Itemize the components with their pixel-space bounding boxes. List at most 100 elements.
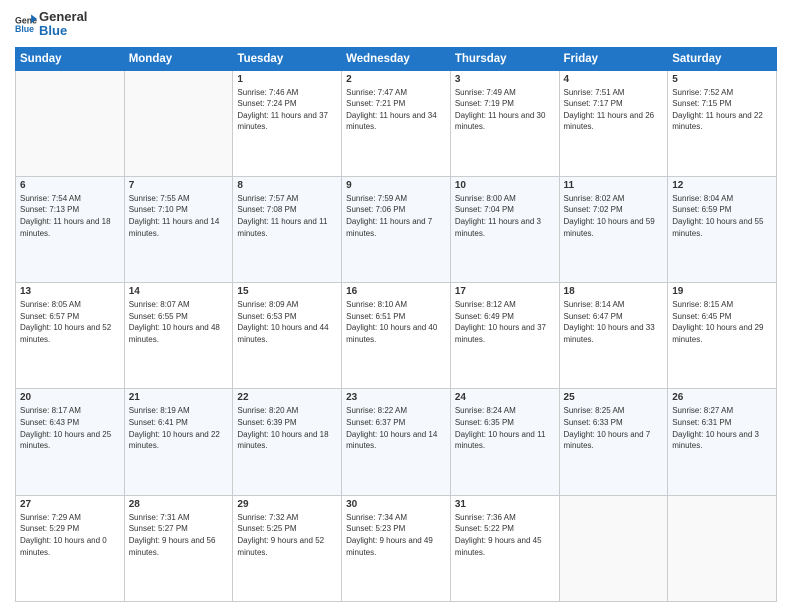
day-cell: 17 Sunrise: 8:12 AMSunset: 6:49 PMDayligh… bbox=[450, 283, 559, 389]
day-info: Sunrise: 8:15 AMSunset: 6:45 PMDaylight:… bbox=[672, 299, 772, 345]
day-number: 29 bbox=[237, 499, 337, 510]
day-info: Sunrise: 8:00 AMSunset: 7:04 PMDaylight:… bbox=[455, 193, 555, 239]
day-cell: 23 Sunrise: 8:22 AMSunset: 6:37 PMDayligh… bbox=[342, 389, 451, 495]
day-cell: 4Sunrise: 7:51 AMSunset: 7:17 PMDaylight… bbox=[559, 70, 668, 176]
day-info: Sunrise: 7:32 AMSunset: 5:25 PMDaylight:… bbox=[237, 512, 337, 558]
day-cell: 5Sunrise: 7:52 AMSunset: 7:15 PMDaylight… bbox=[668, 70, 777, 176]
day-info: Sunrise: 7:54 AMSunset: 7:13 PMDaylight:… bbox=[20, 193, 120, 239]
day-info: Sunrise: 8:10 AMSunset: 6:51 PMDaylight:… bbox=[346, 299, 446, 345]
day-info: Sunrise: 8:27 AMSunset: 6:31 PMDaylight:… bbox=[672, 405, 772, 451]
day-cell: 21Sunrise: 8:19 AMSunset: 6:41 PMDayligh… bbox=[124, 389, 233, 495]
day-number: 30 bbox=[346, 499, 446, 510]
day-number: 21 bbox=[129, 392, 229, 403]
day-number: 6 bbox=[20, 180, 120, 191]
logo: General Blue General Blue bbox=[15, 10, 87, 39]
day-cell: 22 Sunrise: 8:20 AMSunset: 6:39 PMDayligh… bbox=[233, 389, 342, 495]
day-cell: 14 Sunrise: 8:07 AMSunset: 6:55 PMDayligh… bbox=[124, 283, 233, 389]
day-cell: 20Sunrise: 8:17 AMSunset: 6:43 PMDayligh… bbox=[16, 389, 125, 495]
day-number: 14 bbox=[129, 286, 229, 297]
day-number: 12 bbox=[672, 180, 772, 191]
day-number: 8 bbox=[237, 180, 337, 191]
day-info: Sunrise: 8:07 AMSunset: 6:55 PMDaylight:… bbox=[129, 299, 229, 345]
day-number: 9 bbox=[346, 180, 446, 191]
day-cell: 6 Sunrise: 7:54 AMSunset: 7:13 PMDaylight… bbox=[16, 176, 125, 282]
day-number: 13 bbox=[20, 286, 120, 297]
day-cell: 12 Sunrise: 8:04 AMSunset: 6:59 PMDayligh… bbox=[668, 176, 777, 282]
day-number: 18 bbox=[564, 286, 664, 297]
day-cell: 7Sunrise: 7:55 AMSunset: 7:10 PMDaylight… bbox=[124, 176, 233, 282]
weekday-header-row: SundayMondayTuesdayWednesdayThursdayFrid… bbox=[16, 47, 777, 70]
day-cell: 24Sunrise: 8:24 AMSunset: 6:35 PMDayligh… bbox=[450, 389, 559, 495]
day-cell: 16 Sunrise: 8:10 AMSunset: 6:51 PMDayligh… bbox=[342, 283, 451, 389]
weekday-header-wednesday: Wednesday bbox=[342, 47, 451, 70]
week-row-4: 20Sunrise: 8:17 AMSunset: 6:43 PMDayligh… bbox=[16, 389, 777, 495]
day-number: 28 bbox=[129, 499, 229, 510]
day-cell bbox=[559, 495, 668, 601]
day-cell: 28 Sunrise: 7:31 AMSunset: 5:27 PMDayligh… bbox=[124, 495, 233, 601]
header: General Blue General Blue bbox=[15, 10, 777, 39]
day-info: Sunrise: 7:31 AMSunset: 5:27 PMDaylight:… bbox=[129, 512, 229, 558]
weekday-header-tuesday: Tuesday bbox=[233, 47, 342, 70]
day-info: Sunrise: 7:55 AMSunset: 7:10 PMDaylight:… bbox=[129, 193, 229, 239]
day-cell: 26 Sunrise: 8:27 AMSunset: 6:31 PMDayligh… bbox=[668, 389, 777, 495]
day-number: 20 bbox=[20, 392, 120, 403]
day-cell: 3 Sunrise: 7:49 AMSunset: 7:19 PMDaylight… bbox=[450, 70, 559, 176]
day-number: 17 bbox=[455, 286, 555, 297]
week-row-2: 6 Sunrise: 7:54 AMSunset: 7:13 PMDaylight… bbox=[16, 176, 777, 282]
weekday-header-monday: Monday bbox=[124, 47, 233, 70]
day-number: 27 bbox=[20, 499, 120, 510]
week-row-1: 1 Sunrise: 7:46 AMSunset: 7:24 PMDaylight… bbox=[16, 70, 777, 176]
day-info: Sunrise: 7:29 AMSunset: 5:29 PMDaylight:… bbox=[20, 512, 120, 558]
day-number: 26 bbox=[672, 392, 772, 403]
week-row-3: 13Sunrise: 8:05 AMSunset: 6:57 PMDayligh… bbox=[16, 283, 777, 389]
weekday-header-friday: Friday bbox=[559, 47, 668, 70]
day-cell: 9 Sunrise: 7:59 AMSunset: 7:06 PMDaylight… bbox=[342, 176, 451, 282]
day-number: 22 bbox=[237, 392, 337, 403]
day-cell: 27 Sunrise: 7:29 AMSunset: 5:29 PMDayligh… bbox=[16, 495, 125, 601]
day-info: Sunrise: 7:47 AMSunset: 7:21 PMDaylight:… bbox=[346, 87, 446, 133]
day-cell: 31 Sunrise: 7:36 AMSunset: 5:22 PMDayligh… bbox=[450, 495, 559, 601]
day-number: 15 bbox=[237, 286, 337, 297]
day-cell: 1 Sunrise: 7:46 AMSunset: 7:24 PMDaylight… bbox=[233, 70, 342, 176]
day-info: Sunrise: 8:04 AMSunset: 6:59 PMDaylight:… bbox=[672, 193, 772, 239]
day-info: Sunrise: 7:36 AMSunset: 5:22 PMDaylight:… bbox=[455, 512, 555, 558]
day-number: 25 bbox=[564, 392, 664, 403]
day-cell: 30Sunrise: 7:34 AMSunset: 5:23 PMDayligh… bbox=[342, 495, 451, 601]
day-number: 5 bbox=[672, 74, 772, 85]
day-info: Sunrise: 8:20 AMSunset: 6:39 PMDaylight:… bbox=[237, 405, 337, 451]
day-info: Sunrise: 7:49 AMSunset: 7:19 PMDaylight:… bbox=[455, 87, 555, 133]
day-cell: 10Sunrise: 8:00 AMSunset: 7:04 PMDayligh… bbox=[450, 176, 559, 282]
day-cell: 19Sunrise: 8:15 AMSunset: 6:45 PMDayligh… bbox=[668, 283, 777, 389]
svg-text:Blue: Blue bbox=[15, 24, 34, 34]
day-number: 11 bbox=[564, 180, 664, 191]
day-info: Sunrise: 8:14 AMSunset: 6:47 PMDaylight:… bbox=[564, 299, 664, 345]
day-cell bbox=[16, 70, 125, 176]
day-cell: 11Sunrise: 8:02 AMSunset: 7:02 PMDayligh… bbox=[559, 176, 668, 282]
day-cell: 18 Sunrise: 8:14 AMSunset: 6:47 PMDayligh… bbox=[559, 283, 668, 389]
day-info: Sunrise: 8:09 AMSunset: 6:53 PMDaylight:… bbox=[237, 299, 337, 345]
day-number: 16 bbox=[346, 286, 446, 297]
day-cell bbox=[124, 70, 233, 176]
day-number: 3 bbox=[455, 74, 555, 85]
day-info: Sunrise: 8:22 AMSunset: 6:37 PMDaylight:… bbox=[346, 405, 446, 451]
logo-icon: General Blue bbox=[15, 13, 37, 35]
day-cell: 15 Sunrise: 8:09 AMSunset: 6:53 PMDayligh… bbox=[233, 283, 342, 389]
day-number: 23 bbox=[346, 392, 446, 403]
day-cell: 13Sunrise: 8:05 AMSunset: 6:57 PMDayligh… bbox=[16, 283, 125, 389]
day-info: Sunrise: 7:57 AMSunset: 7:08 PMDaylight:… bbox=[237, 193, 337, 239]
calendar-table: SundayMondayTuesdayWednesdayThursdayFrid… bbox=[15, 47, 777, 602]
weekday-header-thursday: Thursday bbox=[450, 47, 559, 70]
day-number: 1 bbox=[237, 74, 337, 85]
calendar-page: General Blue General Blue SundayMondayTu… bbox=[0, 0, 792, 612]
day-info: Sunrise: 7:46 AMSunset: 7:24 PMDaylight:… bbox=[237, 87, 337, 133]
day-cell: 2Sunrise: 7:47 AMSunset: 7:21 PMDaylight… bbox=[342, 70, 451, 176]
day-info: Sunrise: 8:12 AMSunset: 6:49 PMDaylight:… bbox=[455, 299, 555, 345]
weekday-header-saturday: Saturday bbox=[668, 47, 777, 70]
day-info: Sunrise: 8:25 AMSunset: 6:33 PMDaylight:… bbox=[564, 405, 664, 451]
day-number: 31 bbox=[455, 499, 555, 510]
weekday-header-sunday: Sunday bbox=[16, 47, 125, 70]
day-info: Sunrise: 7:59 AMSunset: 7:06 PMDaylight:… bbox=[346, 193, 446, 239]
week-row-5: 27 Sunrise: 7:29 AMSunset: 5:29 PMDayligh… bbox=[16, 495, 777, 601]
day-cell: 29 Sunrise: 7:32 AMSunset: 5:25 PMDayligh… bbox=[233, 495, 342, 601]
day-number: 24 bbox=[455, 392, 555, 403]
